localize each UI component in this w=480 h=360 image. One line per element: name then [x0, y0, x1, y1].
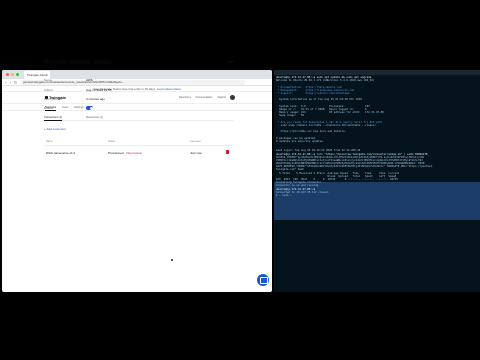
tab-settings[interactable]: Settings — [74, 105, 84, 110]
nav-buttons[interactable]: ‹ › ↻ — [5, 80, 18, 85]
chat-bubble-icon[interactable] — [257, 274, 269, 286]
terminal-line: $ ~ node ~ — [276, 193, 292, 197]
tab-resources[interactable]: Resources (1) — [86, 115, 103, 120]
connector-status: Provisioned · Deprovision — [108, 151, 142, 155]
app-nav: Networks Team Settings — [2, 104, 272, 111]
browser-toolbar: ‹ › ↻ pentest.twingate.com/networks/remo… — [2, 79, 272, 86]
more-options-icon[interactable]: ⋯ — [228, 59, 233, 65]
header-right-links: Resources Documentation Support — [179, 96, 230, 99]
tab-team[interactable]: Team — [62, 105, 69, 110]
detail-value-last-modified: 4 minutes ago — [86, 97, 105, 101]
status-text: Provisioned · — [108, 151, 127, 155]
minimize-window-button[interactable] — [11, 73, 14, 76]
app-header: Twingate Resources Documentation Support — [2, 92, 272, 104]
window-controls — [6, 73, 19, 76]
table-divider — [44, 145, 234, 146]
header-link-documentation[interactable]: Documentation — [196, 96, 213, 99]
enable-toggle[interactable] — [86, 106, 93, 110]
tab-connectors[interactable]: Connectors (1) — [44, 115, 62, 121]
column-header-name: Name — [46, 140, 53, 143]
header-link-resources[interactable]: Resources — [179, 96, 191, 99]
terminal-titlebar — [274, 70, 480, 75]
column-header-last-seen: Last seen — [190, 140, 201, 143]
detail-label-name: Name — [44, 78, 53, 82]
deprovision-link[interactable]: Deprovision — [126, 151, 142, 155]
detail-subtabs: Connectors (1) Resources (1) — [44, 115, 234, 121]
screen: Twingate Admin ‹ › ↻ pentest.twingate.co… — [0, 0, 480, 360]
trash-icon[interactable] — [226, 150, 229, 154]
close-window-button[interactable] — [6, 73, 9, 76]
back-arrow-icon[interactable]: ← — [36, 59, 42, 65]
detail-label-added: Added — [44, 88, 53, 92]
maximize-window-button[interactable] — [16, 73, 19, 76]
connector-last-seen: Just now — [190, 151, 202, 155]
loading-dot — [171, 259, 173, 261]
detail-value-added: Aug 19 2020 21:56 — [86, 88, 112, 92]
add-connector-button[interactable]: + Add connector — [44, 127, 66, 131]
terminal-output: ubuntu@ip-172-31-47-88:~$ sudo apt updat… — [276, 76, 478, 197]
detail-label-enable: Enable — [44, 106, 54, 110]
browser-window: Twingate Admin ‹ › ↻ pentest.twingate.co… — [2, 70, 272, 292]
banner-link[interactable]: Learn about plans — [157, 87, 181, 91]
header-link-support[interactable]: Support — [217, 96, 226, 99]
detail-label-last-modified: Last modified — [44, 97, 62, 101]
terminal-window[interactable]: ubuntu@ip-172-31-47-88:~$ sudo apt updat… — [274, 70, 480, 292]
connector-name[interactable]: iPath-nameserve-of-4 — [46, 151, 75, 155]
browser-tabstrip: Twingate Admin — [2, 70, 272, 79]
avatar[interactable] — [230, 95, 235, 100]
page-title: Remote network details — [44, 59, 112, 66]
column-header-status: Status — [108, 140, 116, 143]
detail-value-name: AWS — [86, 78, 93, 82]
address-bar[interactable]: pentest.twingate.com/networks/remote_net… — [20, 80, 245, 85]
